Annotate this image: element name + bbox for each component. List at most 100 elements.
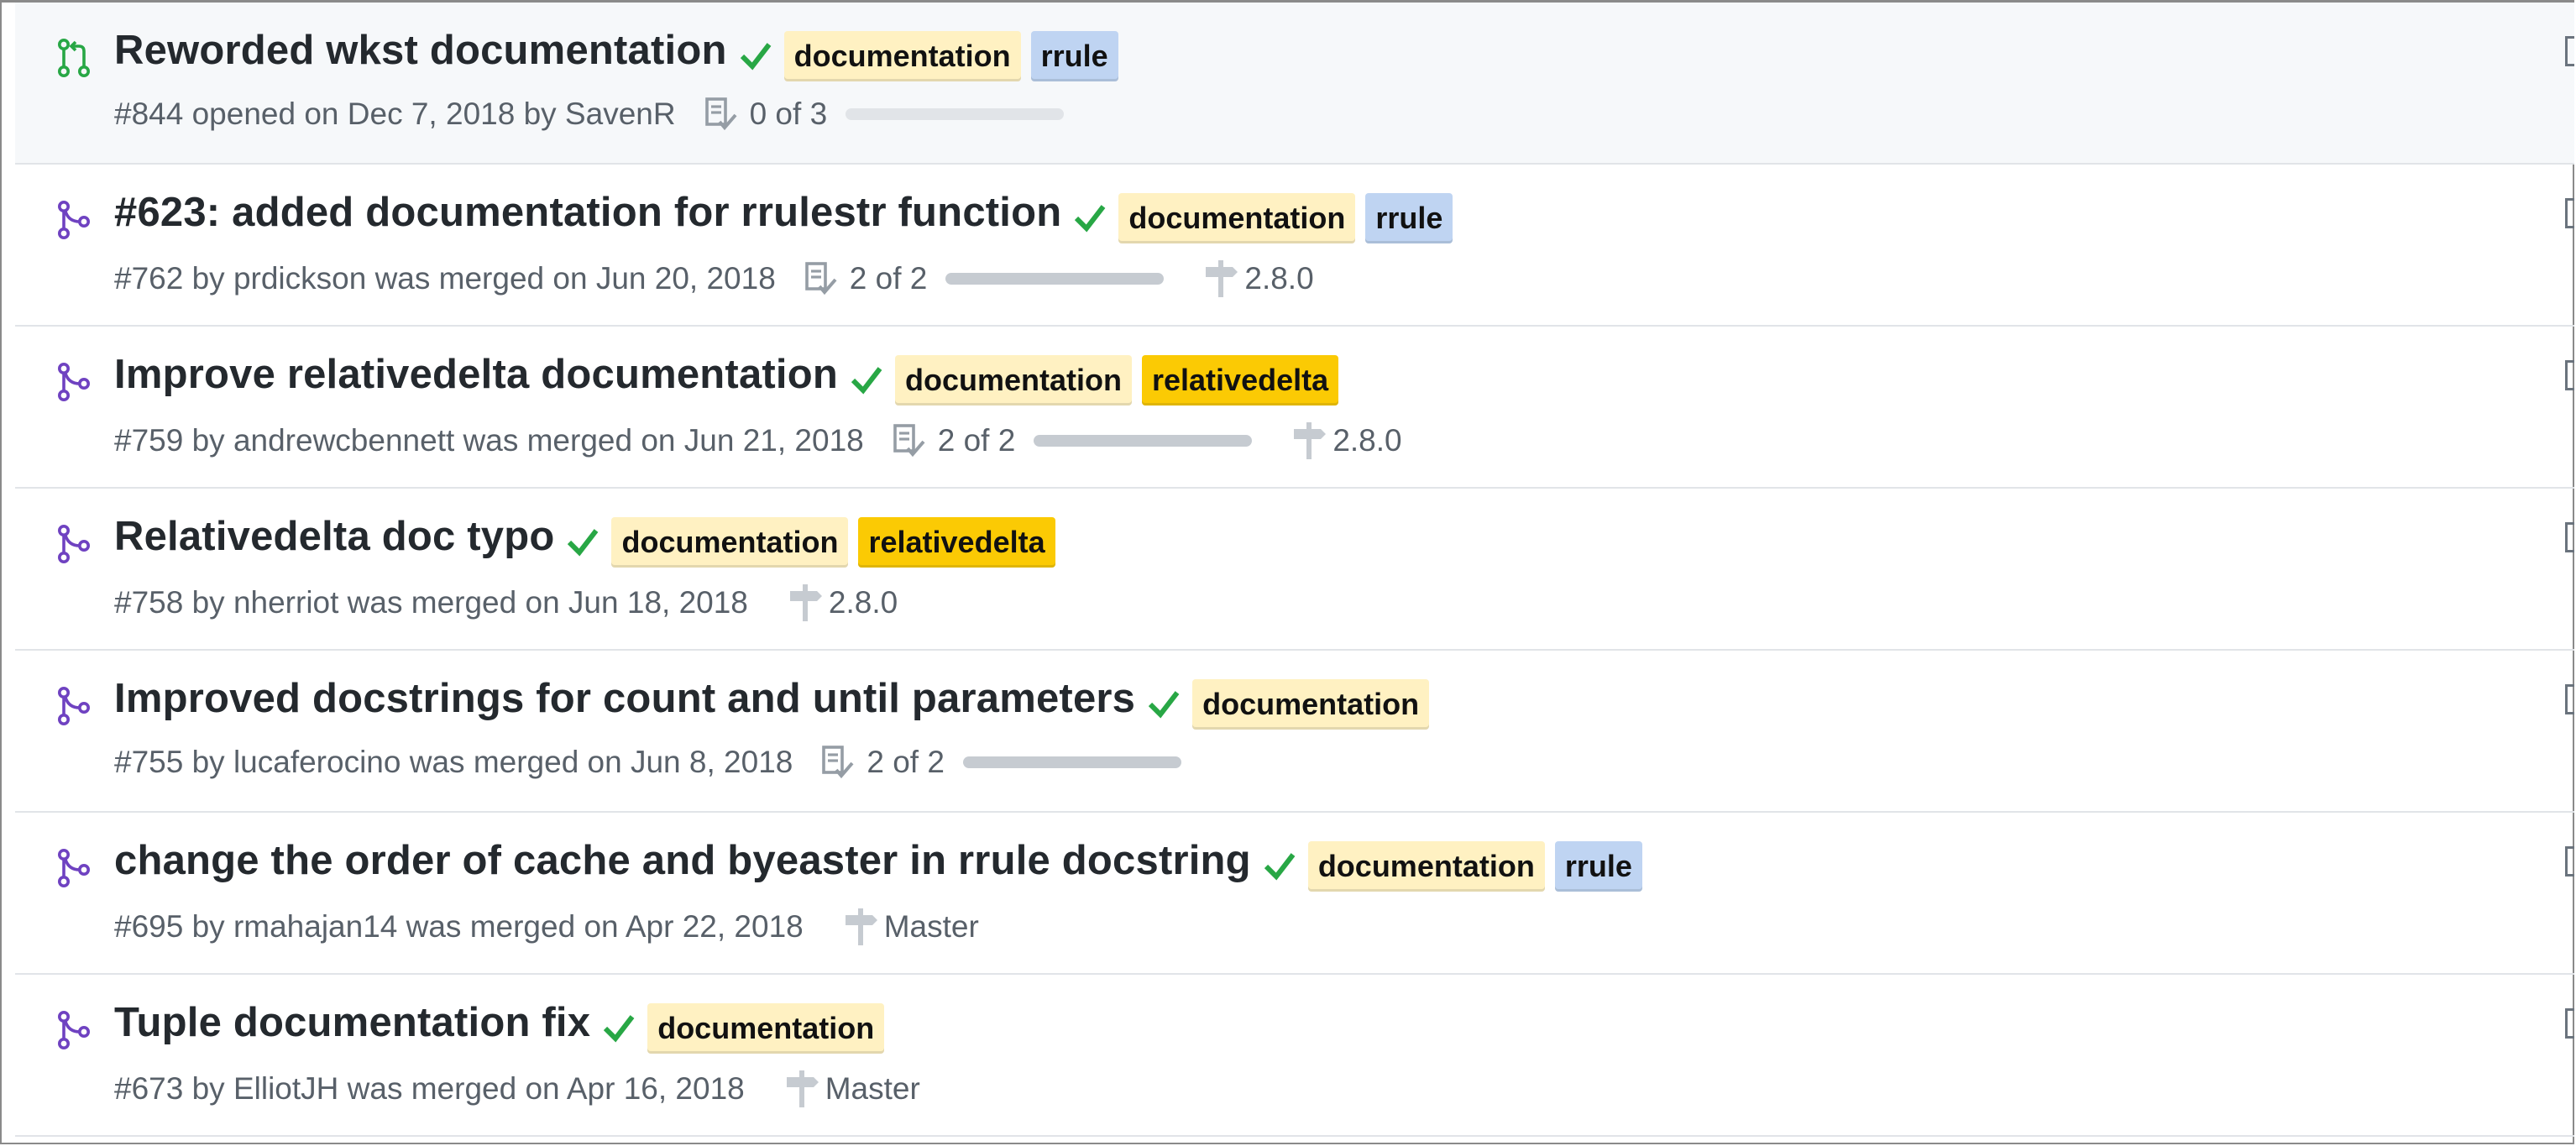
checklist-icon [804, 262, 837, 296]
label-documentation[interactable]: documentation [895, 355, 1132, 406]
pr-labels: documentation rrule [1107, 181, 1453, 243]
pull-request-merged-icon [58, 201, 90, 239]
task-progress-fill [962, 756, 1181, 768]
pull-request-row: change the order of cache and byeaster i… [15, 813, 2574, 975]
pr-meta-text: #759 by andrewcbennett was merged on Jun… [114, 423, 864, 458]
milestone-link[interactable]: Master [884, 909, 979, 945]
milestone-icon [789, 584, 822, 621]
pull-request-row: #623: added documentation for rrulestr f… [15, 165, 2574, 327]
label-rrule[interactable]: rrule [1554, 841, 1642, 892]
milestone-icon [845, 908, 877, 945]
pr-labels: documentation rrule [1296, 829, 1642, 892]
task-progress-bar [1034, 435, 1253, 447]
pull-request-merged-icon [58, 1011, 90, 1049]
pr-title-line: Relativedelta doc typo documentation rela… [114, 505, 1055, 568]
pr-labels: documentation rrule [772, 19, 1118, 81]
pr-meta-text: #755 by lucaferocino was merged on Jun 8… [114, 745, 793, 779]
pr-meta-line: #695 by rmahajan14 was merged on Apr 22,… [114, 907, 979, 947]
select-checkbox-edge[interactable] [2565, 198, 2574, 228]
task-progress-bar [846, 108, 1065, 120]
pr-title-line: Improved docstrings for count and until … [114, 667, 1430, 730]
pr-labels: documentation [636, 992, 885, 1054]
task-count: 2 of 2 [937, 423, 1016, 458]
pull-request-row: Reworded wkst documentation documentatio… [15, 3, 2574, 165]
milestone-wrap: Master [804, 907, 979, 947]
ci-status-check-icon[interactable] [566, 524, 599, 557]
label-documentation[interactable]: documentation [1307, 841, 1545, 892]
pr-title-link[interactable]: Improved docstrings for count and until … [114, 675, 1135, 722]
label-documentation[interactable]: documentation [783, 31, 1021, 81]
pull-request-merged-icon [58, 525, 90, 563]
label-relativedelta[interactable]: relativedelta [1142, 355, 1339, 406]
select-checkbox-edge[interactable] [2565, 360, 2574, 390]
task-count: 2 of 2 [849, 261, 928, 296]
select-checkbox-edge[interactable] [2565, 684, 2574, 714]
pr-title-link[interactable]: change the order of cache and byeaster i… [114, 837, 1251, 884]
pr-meta-text: #758 by nherriot was merged on Jun 18, 2… [114, 585, 748, 620]
pr-meta-line: #758 by nherriot was merged on Jun 18, 2… [114, 583, 898, 623]
ci-status-check-icon[interactable] [739, 38, 772, 71]
pr-labels: documentation relativedelta [883, 343, 1339, 406]
pr-labels: documentation relativedelta [599, 505, 1055, 568]
ci-status-check-icon[interactable] [1147, 686, 1181, 720]
pr-meta-line: #673 by ElliotJH was merged on Apr 16, 2… [114, 1069, 920, 1109]
task-progress: 0 of 3 [676, 97, 1065, 132]
pull-request-open-icon [58, 39, 90, 77]
pr-title-link[interactable]: Tuple documentation fix [114, 999, 590, 1046]
pr-title-link[interactable]: Reworded wkst documentation [114, 27, 727, 74]
pull-request-row: Improve relativedelta documentation docu… [15, 327, 2574, 489]
pr-title-line: Improve relativedelta documentation docu… [114, 343, 1339, 406]
milestone-icon [1294, 422, 1327, 459]
pr-title-line: Reworded wkst documentation documentatio… [114, 19, 1118, 81]
milestone-wrap: 2.8.0 [748, 583, 898, 623]
task-count: 0 of 3 [749, 97, 828, 131]
milestone-wrap: 2.8.0 [1164, 259, 1314, 299]
pr-meta-text: #673 by ElliotJH was merged on Apr 16, 2… [114, 1071, 745, 1106]
pr-meta-line: #844 opened on Dec 7, 2018 by SavenR 0 o… [114, 97, 1065, 132]
ci-status-check-icon[interactable] [1073, 200, 1107, 233]
label-documentation[interactable]: documentation [611, 517, 849, 568]
select-checkbox-edge[interactable] [2565, 1008, 2574, 1039]
label-rrule[interactable]: rrule [1365, 193, 1453, 243]
select-checkbox-edge[interactable] [2565, 36, 2574, 66]
checklist-icon [893, 424, 925, 458]
task-progress-bar [945, 273, 1165, 285]
checklist-icon [822, 746, 854, 779]
milestone-link[interactable]: Master [825, 1071, 920, 1107]
pr-title-link[interactable]: Improve relativedelta documentation [114, 351, 838, 398]
pull-request-list: Reworded wkst documentation documentatio… [15, 3, 2574, 1137]
task-count: 2 of 2 [867, 745, 945, 779]
label-rrule[interactable]: rrule [1030, 31, 1118, 81]
label-documentation[interactable]: documentation [647, 1003, 885, 1054]
pr-title-line: change the order of cache and byeaster i… [114, 829, 1642, 892]
pull-request-merged-icon [58, 849, 90, 887]
select-checkbox-edge[interactable] [2565, 846, 2574, 877]
pr-title-link[interactable]: Relativedelta doc typo [114, 513, 554, 560]
pr-title-line: Tuple documentation fix documentation [114, 992, 885, 1054]
ci-status-check-icon[interactable] [602, 1010, 636, 1044]
milestone-link[interactable]: 2.8.0 [1333, 423, 1401, 458]
task-progress: 2 of 2 [776, 261, 1165, 296]
task-progress-fill [945, 273, 1165, 285]
task-progress-fill [1034, 435, 1253, 447]
milestone-link[interactable]: 2.8.0 [1244, 261, 1313, 296]
milestone-link[interactable]: 2.8.0 [829, 585, 898, 620]
pr-meta-text: #695 by rmahajan14 was merged on Apr 22,… [114, 909, 804, 944]
pr-meta-line: #762 by prdickson was merged on Jun 20, … [114, 259, 1314, 299]
task-progress-bar [962, 756, 1181, 768]
label-documentation[interactable]: documentation [1118, 193, 1356, 243]
milestone-wrap: 2.8.0 [1252, 421, 1402, 461]
ci-status-check-icon[interactable] [1263, 848, 1296, 882]
ci-status-check-icon[interactable] [850, 362, 883, 395]
pr-title-line: #623: added documentation for rrulestr f… [114, 181, 1453, 243]
label-documentation[interactable]: documentation [1192, 679, 1430, 730]
pr-title-link[interactable]: #623: added documentation for rrulestr f… [114, 189, 1061, 236]
select-checkbox-edge[interactable] [2565, 522, 2574, 552]
pull-request-row: Tuple documentation fix documentation #6… [15, 975, 2574, 1137]
milestone-wrap: Master [745, 1069, 920, 1109]
label-relativedelta[interactable]: relativedelta [858, 517, 1055, 568]
checklist-icon [704, 97, 737, 131]
task-progress: 2 of 2 [864, 423, 1253, 458]
milestone-icon [1206, 260, 1238, 297]
task-progress: 2 of 2 [793, 745, 1181, 780]
